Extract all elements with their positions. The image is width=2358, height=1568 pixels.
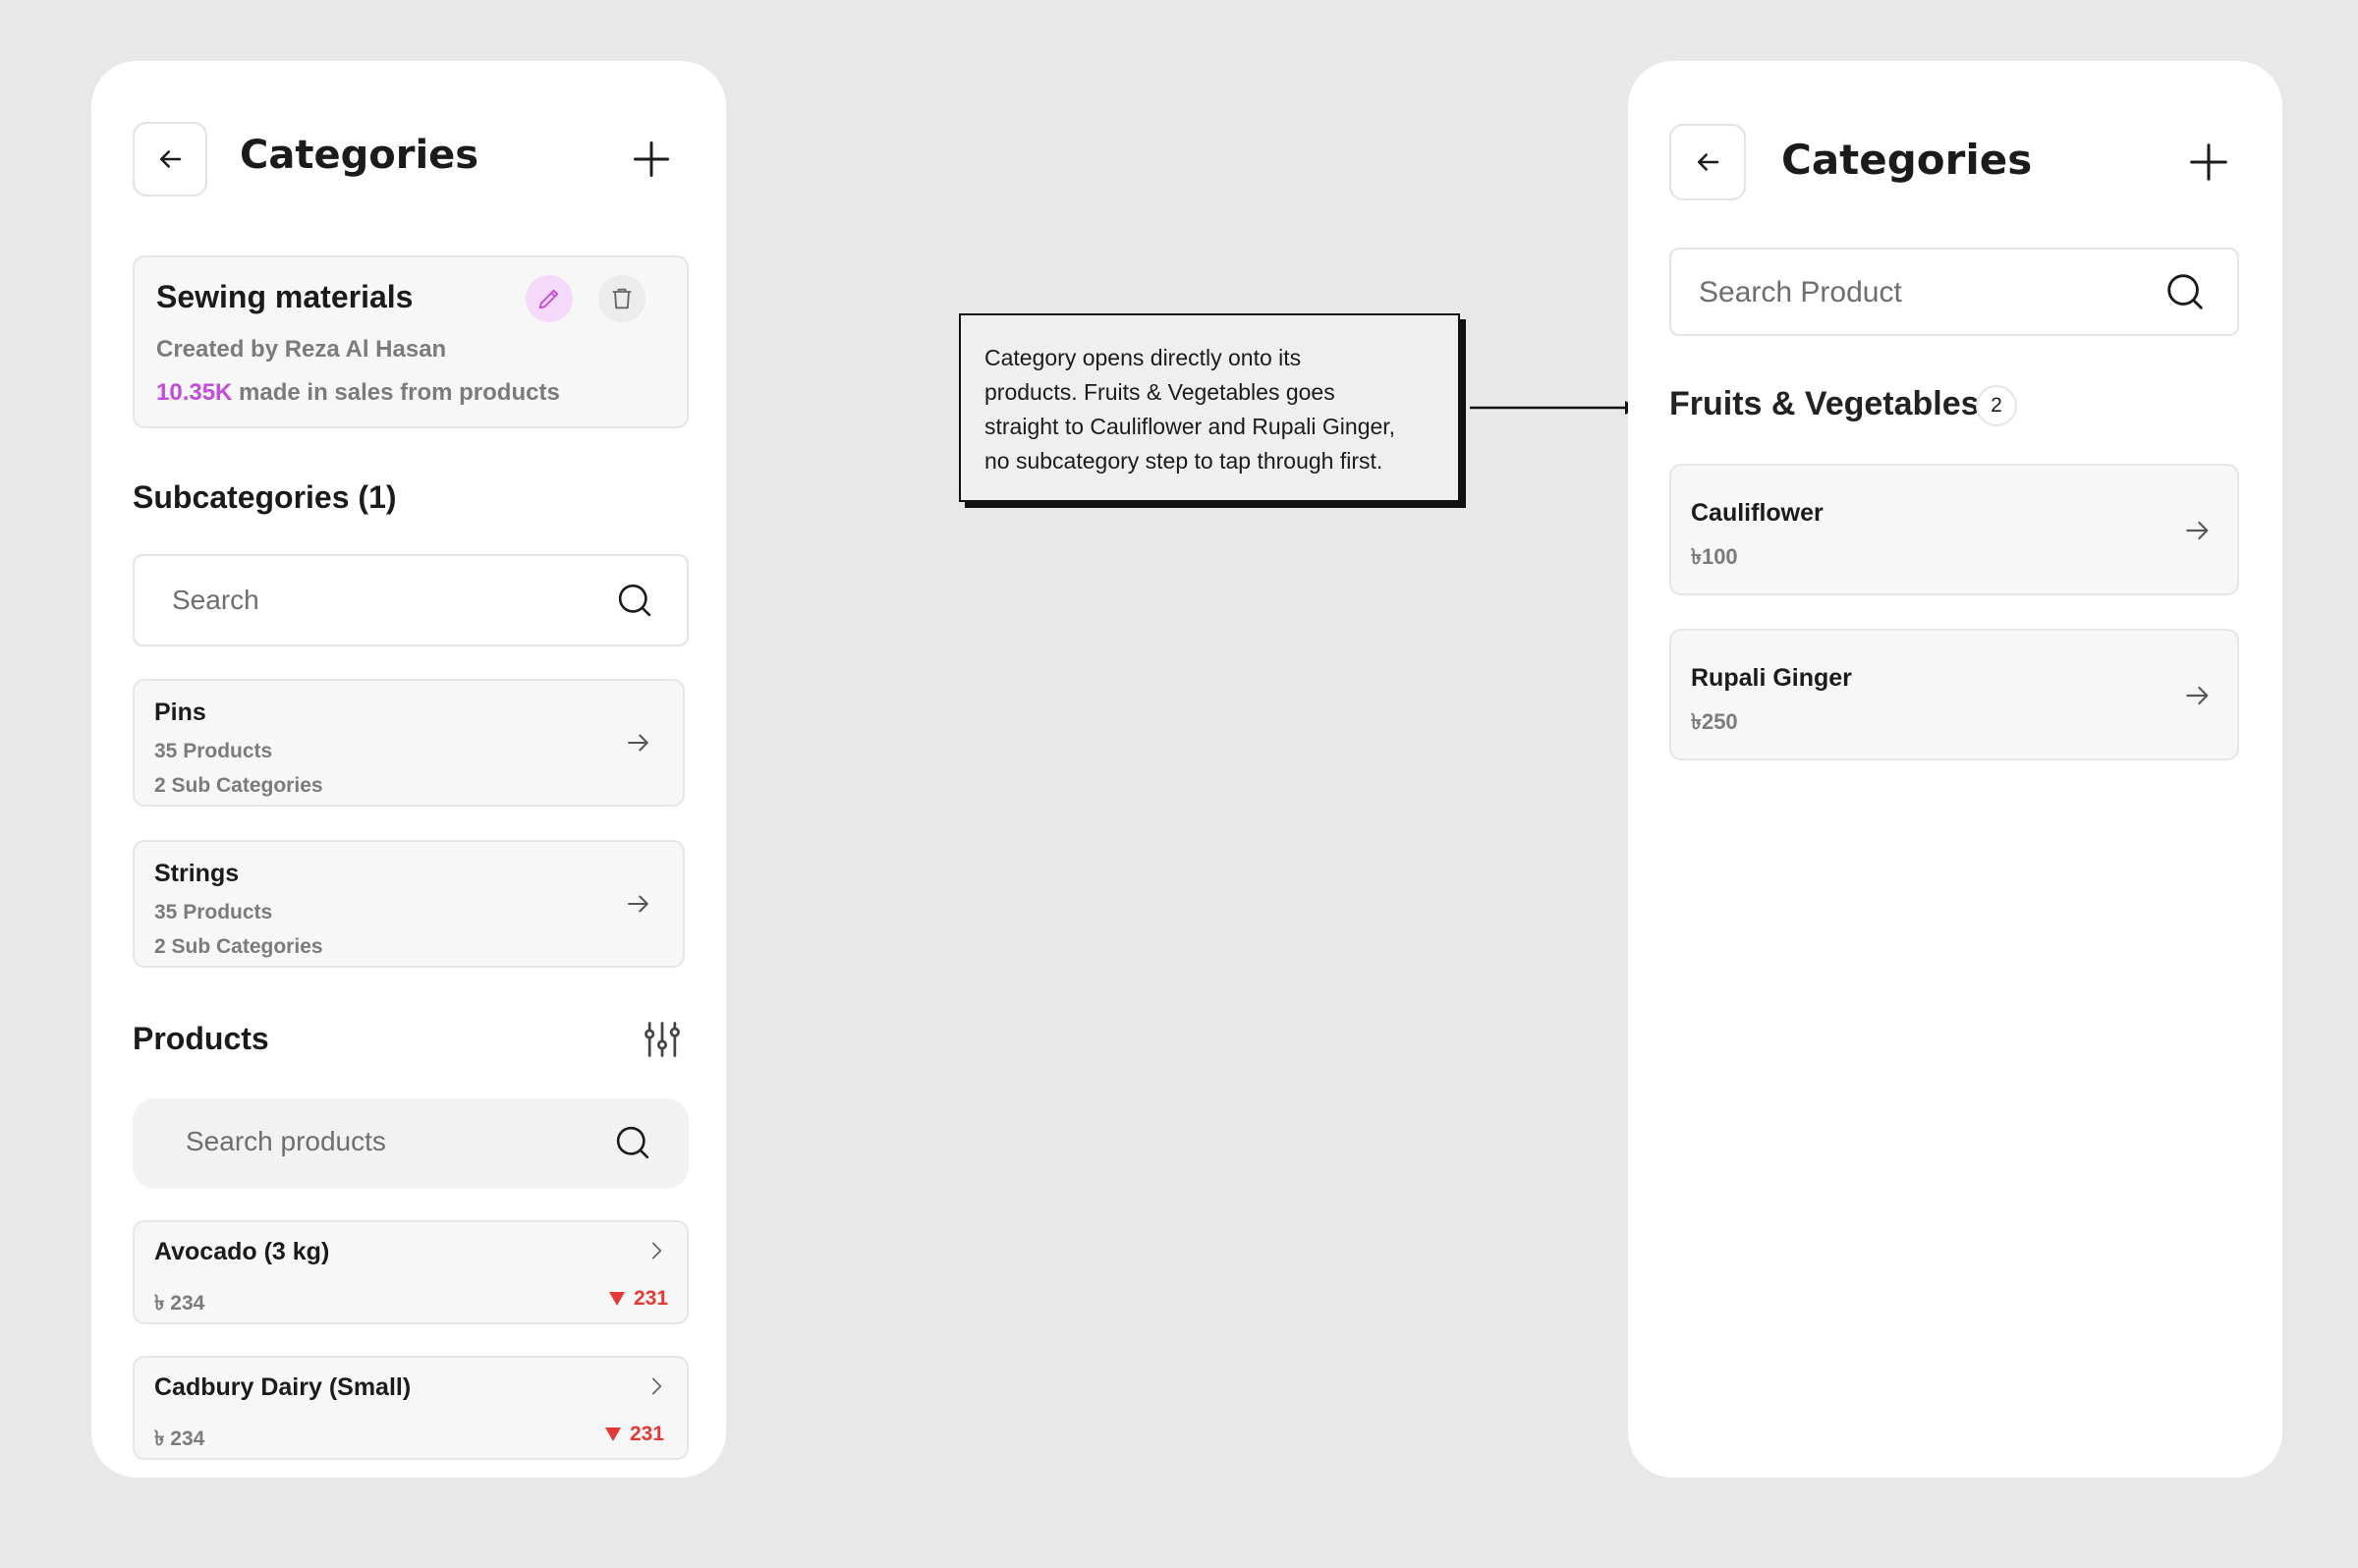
product-name: Cauliflower <box>1691 499 1824 527</box>
category-card: Sewing materials Created by Reza Al Hasa… <box>133 255 689 428</box>
page-title: Categories <box>240 133 479 178</box>
product-search-placeholder: Search products <box>186 1126 386 1156</box>
filter-button[interactable] <box>641 1018 684 1061</box>
chevron-right-icon <box>651 1242 662 1260</box>
product-search-placeholder: Search Product <box>1699 276 1902 308</box>
created-by: Created by Reza Al Hasan <box>156 336 447 363</box>
category-name: Sewing materials <box>156 279 414 314</box>
price-change-value: 231 <box>630 1423 665 1445</box>
trash-icon <box>612 288 632 309</box>
subcategory-products: 35 Products <box>154 740 273 762</box>
subcategory-search-placeholder: Search <box>172 585 259 615</box>
product-price: ৳ 234 <box>154 1428 205 1450</box>
arrow-left-icon <box>1698 153 1719 171</box>
subcategory-item-pins[interactable]: Pins 35 Products 2 Sub Categories <box>133 679 685 807</box>
annotation-connector-arrow <box>1470 401 1639 415</box>
product-price: ৳250 <box>1691 709 1738 734</box>
sales-summary: 10.35K made in sales from products <box>156 379 560 407</box>
product-search-input[interactable]: Search Product <box>1669 248 2239 336</box>
search-icon <box>616 1126 649 1159</box>
product-name: Avocado (3 kg) <box>154 1238 330 1265</box>
left-screen: Categories Sewing materials Created by R… <box>91 61 726 1478</box>
chevron-right-icon <box>651 1377 662 1395</box>
back-button[interactable] <box>133 122 207 196</box>
search-icon <box>618 584 651 617</box>
down-triangle-icon <box>609 1292 625 1306</box>
annotation-line: no subcategory step to tap through first… <box>984 448 1383 474</box>
sales-suffix: made in sales from products <box>232 379 560 406</box>
annotation-box: Category opens directly onto its product… <box>959 313 1460 502</box>
subcategory-products: 35 Products <box>154 901 273 924</box>
sliders-icon <box>645 1022 680 1057</box>
arrow-right-icon <box>628 734 648 752</box>
group-count-badge: 2 <box>1976 385 2017 426</box>
arrow-right-icon <box>2186 686 2209 705</box>
add-category-button[interactable] <box>630 138 673 181</box>
annotation-line: products. Fruits & Vegetables goes <box>984 379 1335 405</box>
plus-icon <box>634 141 669 177</box>
page-title: Categories <box>1781 136 2033 184</box>
down-triangle-icon <box>605 1428 621 1441</box>
subcategory-search-input[interactable]: Search <box>133 554 689 646</box>
pencil-icon <box>538 289 559 309</box>
subcategory-subcats: 2 Sub Categories <box>154 935 323 958</box>
annotation-line: Category opens directly onto its <box>984 345 1302 370</box>
subcategory-name: Strings <box>154 860 240 887</box>
product-price: ৳ 234 <box>154 1292 205 1315</box>
right-screen: Categories Search Product Fruits & Veget… <box>1628 61 2282 1478</box>
product-item-rupali-ginger[interactable]: Rupali Ginger ৳250 <box>1669 629 2239 760</box>
subcategory-item-strings[interactable]: Strings 35 Products 2 Sub Categories <box>133 840 685 968</box>
search-icon <box>2167 274 2203 309</box>
subcategory-subcats: 2 Sub Categories <box>154 774 323 797</box>
annotation-line: straight to Cauliflower and Rupali Ginge… <box>984 414 1396 439</box>
product-name: Rupali Ginger <box>1691 664 1852 692</box>
product-name: Cadbury Dairy (Small) <box>154 1373 412 1401</box>
back-button[interactable] <box>1669 124 1746 200</box>
add-category-button[interactable] <box>2186 140 2231 185</box>
product-search-input[interactable]: Search products <box>133 1098 689 1189</box>
price-change: 231 <box>608 1287 668 1311</box>
product-price: ৳100 <box>1691 544 1738 569</box>
product-item-cadbury[interactable]: Cadbury Dairy (Small) ৳ 234 231 <box>133 1356 689 1460</box>
price-change-value: 231 <box>634 1287 669 1310</box>
plus-icon <box>2190 143 2227 181</box>
arrow-right-icon <box>628 895 648 913</box>
product-item-avocado[interactable]: Avocado (3 kg) ৳ 234 231 <box>133 1220 689 1324</box>
products-heading: Products <box>133 1021 269 1056</box>
sales-value: 10.35K <box>156 379 233 406</box>
subcategories-heading: Subcategories (1) <box>133 479 397 515</box>
subcategory-name: Pins <box>154 699 206 726</box>
arrow-left-icon <box>160 150 182 168</box>
price-change: 231 <box>604 1423 664 1446</box>
arrow-right-icon <box>2186 521 2209 540</box>
edit-button[interactable] <box>526 275 573 322</box>
group-title: Fruits & Vegetables <box>1669 385 1980 422</box>
delete-button[interactable] <box>598 275 646 322</box>
product-item-cauliflower[interactable]: Cauliflower ৳100 <box>1669 464 2239 595</box>
